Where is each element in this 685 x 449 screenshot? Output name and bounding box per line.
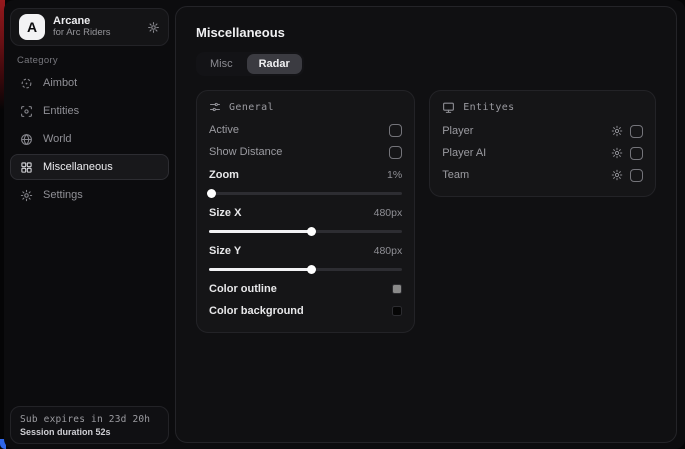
grid-icon	[20, 161, 33, 174]
slider-fill	[209, 268, 311, 271]
entity-row-player-ai: Player AI	[442, 142, 643, 164]
slider-thumb[interactable]	[307, 265, 316, 274]
entity-checkbox[interactable]	[630, 147, 643, 160]
sidebar-nav: Aimbot Entities World	[10, 70, 169, 210]
entity-label: Player AI	[442, 147, 486, 159]
color-outline-row: Color outline	[209, 278, 402, 300]
sidebar-item-label: World	[43, 133, 72, 145]
show-distance-label: Show Distance	[209, 146, 282, 158]
zoom-row: Zoom 1%	[209, 164, 402, 186]
scan-eye-icon	[20, 105, 33, 118]
sliders-icon	[209, 101, 221, 113]
active-label: Active	[209, 124, 239, 136]
gear-icon[interactable]	[611, 147, 623, 159]
sidebar-item-entities[interactable]: Entities	[10, 98, 169, 124]
category-label: Category	[17, 55, 58, 66]
refresh-gear-icon[interactable]	[147, 21, 160, 34]
sidebar-item-label: Miscellaneous	[43, 161, 113, 173]
subscription-card: Sub expires in 23d 20h Session duration …	[10, 406, 169, 444]
size-y-row: Size Y 480px	[209, 240, 402, 262]
entity-row-player: Player	[442, 120, 643, 142]
main-panel: Miscellaneous Misc Radar General	[175, 6, 677, 443]
size-y-label: Size Y	[209, 245, 241, 257]
general-card-title: General	[229, 102, 274, 113]
zoom-value: 1%	[387, 169, 402, 181]
entities-card-header: Entityes	[442, 101, 643, 114]
active-checkbox[interactable]	[389, 124, 402, 137]
sidebar: A Arcane for Arc Riders Category	[4, 0, 175, 449]
globe-icon	[20, 133, 33, 146]
entity-controls	[611, 169, 643, 182]
slider-fill	[209, 230, 311, 233]
gear-icon	[20, 189, 33, 202]
app-subtitle: for Arc Riders	[53, 28, 139, 39]
tab-radar[interactable]: Radar	[247, 54, 302, 74]
sidebar-item-label: Settings	[43, 189, 83, 201]
color-background-swatch[interactable]	[392, 306, 402, 316]
entities-card: Entityes Player P	[429, 90, 656, 197]
entity-checkbox[interactable]	[630, 125, 643, 138]
page-title: Miscellaneous	[196, 25, 656, 40]
app-name: Arcane	[53, 15, 139, 28]
color-background-label: Color background	[209, 305, 304, 317]
color-background-row: Color background	[209, 300, 402, 322]
general-card: General Active Show Distance Zoom 1%	[196, 90, 415, 333]
session-duration-text: Session duration 52s	[20, 427, 159, 437]
size-x-label: Size X	[209, 207, 241, 219]
app-meta: Arcane for Arc Riders	[53, 15, 139, 39]
slider-thumb[interactable]	[207, 189, 216, 198]
tab-misc[interactable]: Misc	[198, 54, 245, 74]
sidebar-item-label: Aimbot	[43, 77, 77, 89]
entities-card-title: Entityes	[463, 102, 514, 113]
size-y-slider[interactable]	[209, 264, 402, 274]
tab-bar: Misc Radar	[196, 52, 304, 76]
sub-expiry-text: Sub expires in 23d 20h	[20, 414, 159, 425]
crosshair-icon	[20, 77, 33, 90]
app-window: A Arcane for Arc Riders Category	[4, 0, 685, 449]
color-outline-label: Color outline	[209, 283, 277, 295]
size-x-value: 480px	[374, 207, 403, 219]
sidebar-item-label: Entities	[43, 105, 79, 117]
cards-row: General Active Show Distance Zoom 1%	[196, 90, 656, 333]
app-logo: A	[19, 14, 45, 40]
entity-checkbox[interactable]	[630, 169, 643, 182]
slider-thumb[interactable]	[307, 227, 316, 236]
zoom-slider[interactable]	[209, 188, 402, 198]
sidebar-item-settings[interactable]: Settings	[10, 182, 169, 208]
sidebar-item-world[interactable]: World	[10, 126, 169, 152]
show-distance-checkbox[interactable]	[389, 146, 402, 159]
zoom-label: Zoom	[209, 169, 239, 181]
size-y-value: 480px	[374, 245, 403, 257]
entity-row-team: Team	[442, 164, 643, 186]
slider-track	[209, 192, 402, 195]
gear-icon[interactable]	[611, 169, 623, 181]
entity-controls	[611, 147, 643, 160]
active-row: Active	[209, 119, 402, 141]
entity-label: Player	[442, 125, 473, 137]
gear-icon[interactable]	[611, 125, 623, 137]
color-outline-swatch[interactable]	[392, 284, 402, 294]
sidebar-item-miscellaneous[interactable]: Miscellaneous	[10, 154, 169, 180]
entity-controls	[611, 125, 643, 138]
general-card-header: General	[209, 101, 402, 113]
app-header-card: A Arcane for Arc Riders	[10, 8, 169, 46]
size-x-slider[interactable]	[209, 226, 402, 236]
sidebar-item-aimbot[interactable]: Aimbot	[10, 70, 169, 96]
show-distance-row: Show Distance	[209, 141, 402, 163]
monitor-icon	[442, 101, 455, 114]
size-x-row: Size X 480px	[209, 202, 402, 224]
entity-label: Team	[442, 169, 469, 181]
